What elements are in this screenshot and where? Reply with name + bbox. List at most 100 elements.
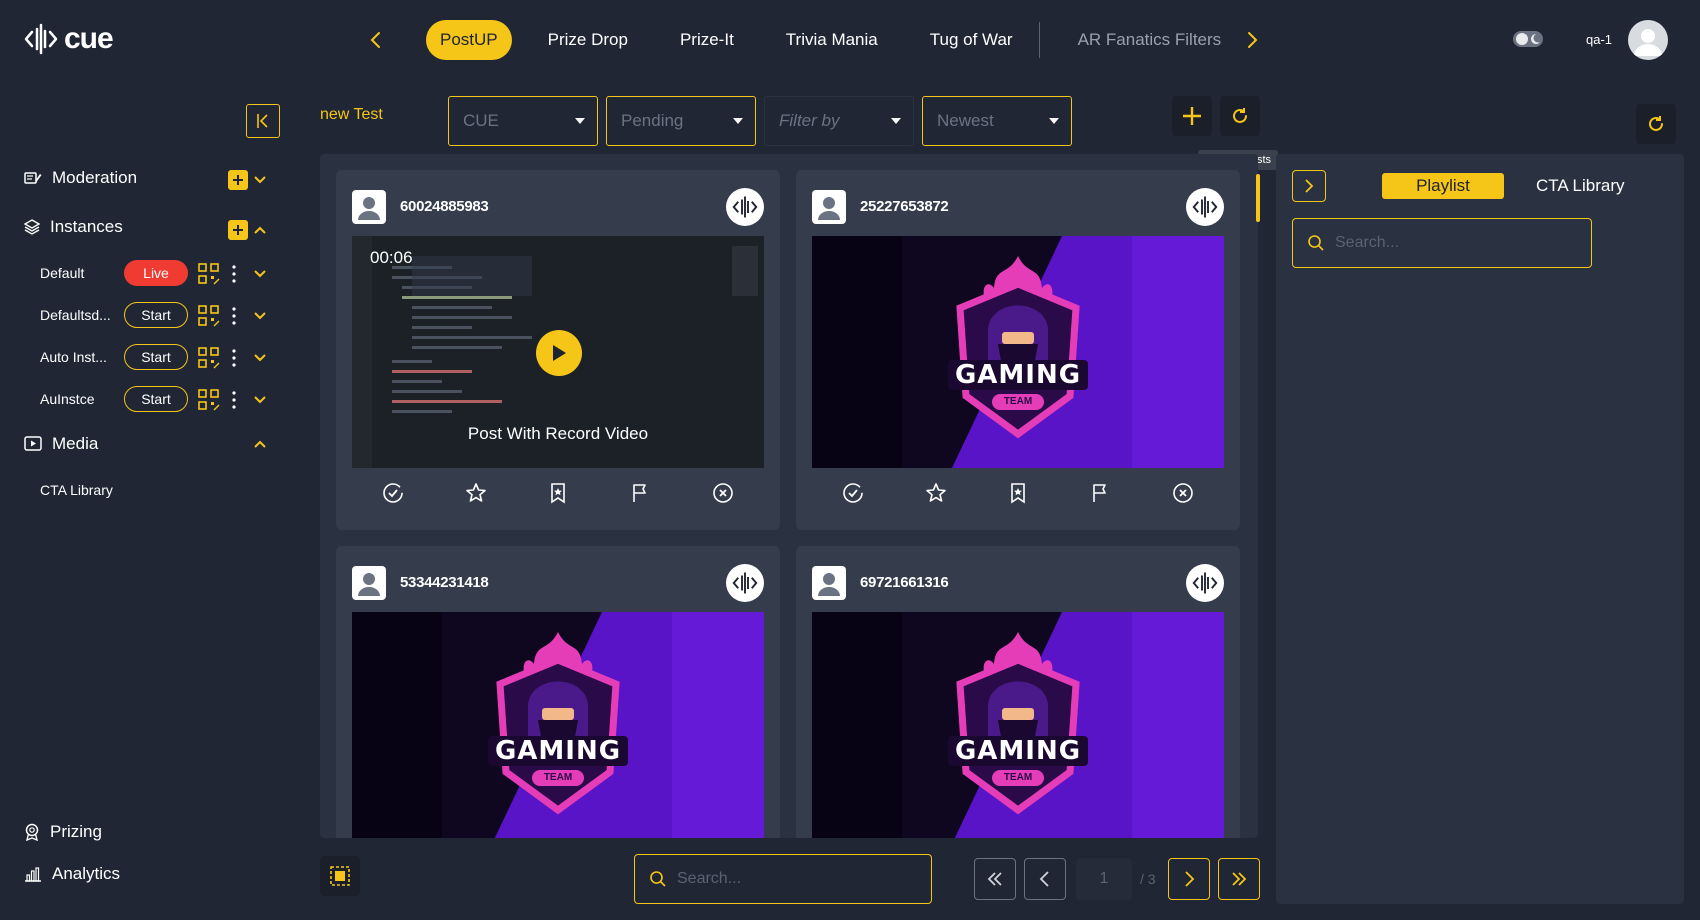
status-select[interactable]: Pending: [606, 96, 756, 146]
user-icon: [1634, 29, 1662, 56]
add-instance-button[interactable]: [228, 220, 248, 240]
select-all-icon: [330, 866, 350, 886]
star-icon[interactable]: [924, 481, 948, 505]
caret-down-icon: [1049, 118, 1059, 124]
more-options-icon[interactable]: [232, 264, 236, 284]
instance-start-button[interactable]: Start: [124, 302, 188, 328]
first-page-button[interactable]: [974, 858, 1016, 900]
user-avatar[interactable]: [1628, 20, 1668, 60]
more-options-icon[interactable]: [232, 390, 236, 410]
instance-name: Default: [40, 265, 85, 281]
tab-prize-it[interactable]: Prize-It: [654, 20, 760, 60]
cue-source-icon: [1186, 564, 1224, 602]
chevron-up-icon[interactable]: [252, 436, 268, 452]
post-image[interactable]: GAMING TEAM: [812, 236, 1224, 468]
sidebar-item-instances[interactable]: Instances: [24, 217, 123, 237]
prev-page-button[interactable]: [1024, 858, 1066, 900]
play-button[interactable]: [536, 330, 582, 376]
post-card[interactable]: 53344231418 GAMING TEAM: [336, 546, 780, 838]
last-page-button[interactable]: [1218, 858, 1260, 900]
instance-start-button[interactable]: Start: [124, 386, 188, 412]
add-post-button[interactable]: [1172, 96, 1212, 136]
sort-select[interactable]: Newest: [922, 96, 1072, 146]
sidebar-item-cta-library[interactable]: CTA Library: [40, 482, 113, 498]
sidebar-item-analytics[interactable]: Analytics: [24, 864, 120, 884]
update-posts-button[interactable]: [1220, 96, 1260, 136]
select-all-button[interactable]: [320, 856, 360, 896]
bookmark-star-icon[interactable]: [1006, 481, 1030, 505]
search-icon: [1308, 235, 1324, 251]
tab-prize-drop[interactable]: Prize Drop: [522, 20, 654, 60]
post-card[interactable]: 60024885983 00:06 Post With Record Video: [336, 170, 780, 530]
qr-code-icon[interactable]: [198, 263, 220, 285]
more-options-icon[interactable]: [232, 348, 236, 368]
more-options-icon[interactable]: [232, 306, 236, 326]
posts-search-input[interactable]: [677, 870, 897, 888]
tab-divider: [1038, 22, 1040, 58]
chevron-up-icon[interactable]: [252, 222, 268, 238]
chevron-down-icon[interactable]: [252, 308, 268, 324]
post-video[interactable]: 00:06 Post With Record Video: [352, 236, 764, 468]
video-timer: 00:06: [370, 248, 413, 267]
cue-logo[interactable]: cue: [24, 22, 114, 56]
playlist-refresh-button[interactable]: [1636, 104, 1676, 144]
sidebar: Moderation Instances Default Live Defaul…: [0, 80, 296, 920]
instance-row[interactable]: AuInstce Start: [40, 386, 280, 414]
next-page-button[interactable]: [1168, 858, 1210, 900]
tab-postup[interactable]: PostUP: [426, 20, 512, 60]
sidebar-item-moderation[interactable]: Moderation: [24, 168, 137, 188]
source-select-value: CUE: [463, 111, 499, 130]
instance-name: AuInstce: [40, 391, 95, 407]
tab-cta-library[interactable]: CTA Library: [1536, 173, 1625, 199]
caret-down-icon: [575, 118, 585, 124]
nav-prev-button[interactable]: [362, 26, 390, 54]
chevron-down-icon[interactable]: [252, 392, 268, 408]
user-icon: [352, 566, 386, 600]
nav-next-button[interactable]: [1238, 26, 1266, 54]
collapse-sidebar-button[interactable]: [246, 104, 280, 138]
approve-icon[interactable]: [381, 481, 405, 505]
posts-search[interactable]: [634, 854, 932, 904]
chevron-down-icon[interactable]: [252, 350, 268, 366]
playlist-search[interactable]: [1292, 218, 1592, 268]
sidebar-item-media[interactable]: Media: [24, 434, 98, 454]
post-card[interactable]: 69721661316 GAMING TEAM: [796, 546, 1240, 838]
sidebar-item-prizing[interactable]: Prizing: [24, 822, 102, 842]
filter-by-select[interactable]: Filter by: [764, 96, 914, 146]
instance-start-button[interactable]: Start: [124, 344, 188, 370]
qr-code-icon[interactable]: [198, 389, 220, 411]
reject-icon[interactable]: [1171, 481, 1195, 505]
post-user-id: 69721661316: [860, 574, 949, 591]
post-image[interactable]: GAMING TEAM: [352, 612, 764, 838]
qr-code-icon[interactable]: [198, 305, 220, 327]
chevron-down-icon[interactable]: [252, 172, 268, 188]
reject-icon[interactable]: [711, 481, 735, 505]
qr-code-icon[interactable]: [198, 347, 220, 369]
source-select[interactable]: CUE: [448, 96, 598, 146]
add-moderation-button[interactable]: [228, 170, 248, 190]
flag-icon[interactable]: [1088, 481, 1112, 505]
tab-ar-fanatics-filters[interactable]: AR Fanatics Filters: [1052, 20, 1248, 60]
instance-row[interactable]: Auto Inst... Start: [40, 344, 280, 372]
posts-scrollbar[interactable]: [1256, 174, 1260, 222]
star-icon[interactable]: [464, 481, 488, 505]
expand-panel-button[interactable]: [1292, 170, 1326, 202]
approve-icon[interactable]: [841, 481, 865, 505]
instance-live-badge[interactable]: Live: [124, 260, 188, 286]
post-image[interactable]: GAMING TEAM: [812, 612, 1224, 838]
page-number-input[interactable]: 1: [1076, 858, 1132, 900]
tab-trivia-mania[interactable]: Trivia Mania: [760, 20, 904, 60]
chevron-left-icon: [370, 32, 380, 48]
tab-tug-of-war[interactable]: Tug of War: [904, 20, 1039, 60]
instance-row[interactable]: Default Live: [40, 260, 280, 288]
username[interactable]: qa-1: [1586, 32, 1612, 47]
flag-icon[interactable]: [628, 481, 652, 505]
bookmark-star-icon[interactable]: [546, 481, 570, 505]
filter-by-placeholder: Filter by: [779, 111, 840, 130]
tab-playlist[interactable]: Playlist: [1382, 173, 1504, 199]
chevron-down-icon[interactable]: [252, 266, 268, 282]
theme-toggle[interactable]: [1512, 28, 1544, 50]
playlist-search-input[interactable]: [1335, 234, 1555, 252]
post-card[interactable]: 25227653872 GAMING TEAM: [796, 170, 1240, 530]
instance-row[interactable]: Defaultsd... Start: [40, 302, 280, 330]
